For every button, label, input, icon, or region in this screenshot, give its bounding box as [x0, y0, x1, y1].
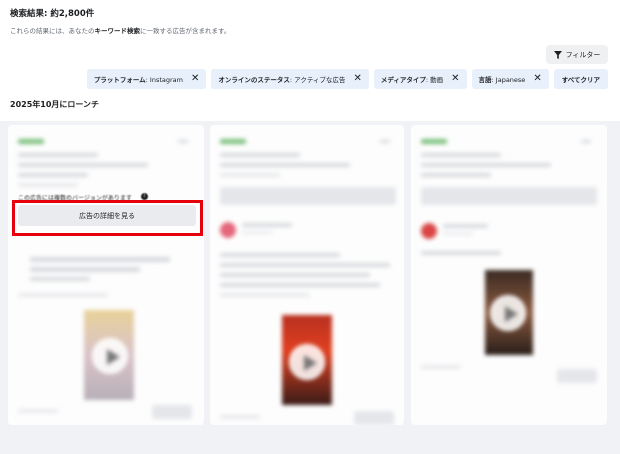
desc-before: これらの結果には、あなたの [10, 27, 95, 35]
results-header: 検索結果: 約2,800件 これらの結果には、あなたのキーワード検索に一致する広… [10, 7, 610, 35]
desc-after: に一致する広告が含まれます。 [140, 27, 231, 35]
close-icon[interactable]: ✕ [191, 74, 199, 84]
filter-button[interactable]: フィルター [546, 45, 608, 64]
chip-key: プラットフォーム [93, 76, 146, 84]
chip-value: : 動画 [425, 76, 444, 84]
ad-card[interactable] [210, 125, 404, 425]
multiple-versions-notice: この広告には複数のバージョンがあります [18, 195, 132, 202]
close-icon[interactable]: ✕ [353, 74, 361, 84]
filter-button-label: フィルター [565, 50, 601, 59]
clear-all-button[interactable]: すべてクリア [553, 69, 608, 89]
ad-card[interactable] [411, 125, 607, 425]
info-icon[interactable]: i [141, 193, 148, 200]
chip-media-type[interactable]: メディアタイプ: 動画 ✕ [373, 69, 467, 89]
ad-card-blurred-content [8, 125, 204, 425]
ad-card[interactable] [8, 125, 204, 425]
results-title: 検索結果: 約2,800件 [10, 9, 95, 19]
chip-key: オンラインのステータス [218, 76, 290, 84]
close-icon[interactable]: ✕ [451, 74, 459, 84]
chip-value: : Japanese [491, 76, 526, 84]
chip-language[interactable]: 言語: Japanese ✕ [471, 69, 549, 89]
chip-key: 言語 [478, 76, 492, 84]
desc-keyword: キーワード検索 [94, 27, 141, 35]
chip-key: メディアタイプ [380, 76, 426, 84]
view-ad-details-button[interactable]: 広告の詳細を見る [18, 205, 196, 226]
chip-platform[interactable]: プラットフォーム: Instagram ✕ [86, 69, 207, 89]
chip-status[interactable]: オンラインのステータス: アクティブな広告 ✕ [211, 69, 369, 89]
launch-date-heading: 2025年10月にローンチ [10, 100, 99, 109]
ad-card-blurred-content [411, 125, 607, 425]
filter-icon [553, 50, 562, 59]
ad-card-blurred-content [210, 125, 404, 425]
filter-chips: プラットフォーム: Instagram ✕ オンラインのステータス: アクティブ… [65, 69, 608, 89]
results-description: これらの結果には、あなたのキーワード検索に一致する広告が含まれます。 [10, 25, 610, 35]
close-icon[interactable]: ✕ [533, 74, 541, 84]
chip-value: : Instagram [145, 76, 183, 84]
chip-value: : アクティブな広告 [289, 76, 346, 84]
